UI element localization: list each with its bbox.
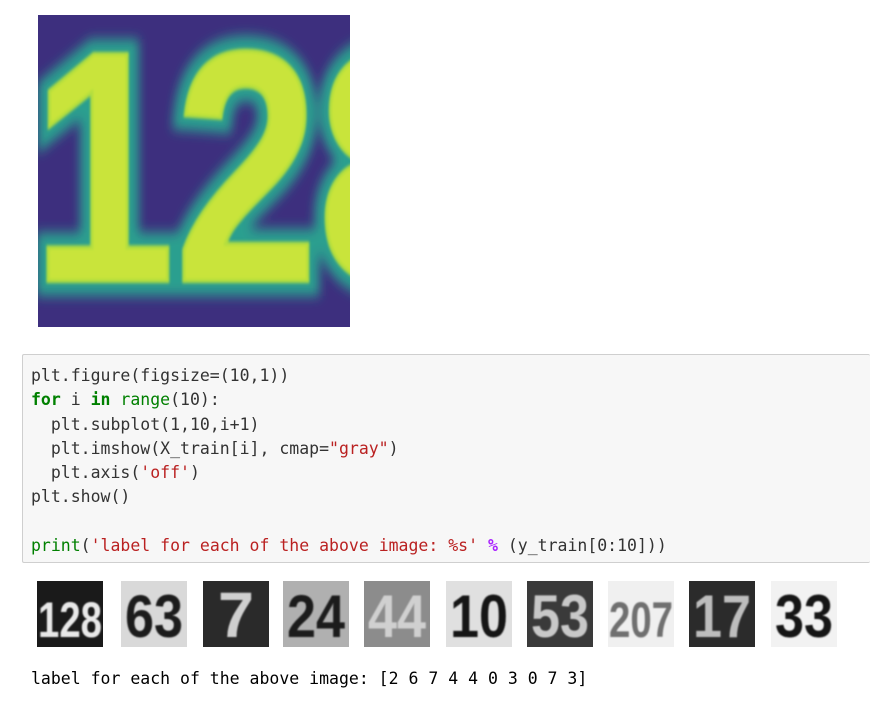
- thumbnail-digits: 10: [450, 583, 508, 647]
- thumbnail-digits: 7: [218, 581, 254, 647]
- string-gray: "gray": [329, 438, 389, 458]
- thumbnail-svg: 44: [364, 581, 430, 650]
- digit-thumbnail: 44: [364, 581, 430, 650]
- code-line-3: plt.subplot(1,10,i+1): [31, 414, 260, 434]
- code-line-5-pre: plt.axis(: [31, 463, 141, 483]
- viridis-image-svg: 128 128: [38, 15, 350, 327]
- code-line-4-pre: plt.imshow(X_train[i], cmap=: [31, 438, 330, 458]
- code-line-1: plt.figure(figsize=(10,1)): [31, 366, 290, 385]
- thumbnail-digits: 53: [531, 583, 589, 647]
- digit-glyphs: 128: [38, 15, 350, 327]
- keyword-in: in: [90, 390, 111, 410]
- digit-thumbnail: 24: [283, 581, 349, 650]
- digit-thumbnail: 63: [121, 581, 187, 650]
- thumbnail-svg: 53: [527, 581, 593, 650]
- thumbnail-digits: 128: [38, 592, 102, 647]
- builtin-print: print: [31, 536, 81, 556]
- thumbnail-svg: 128: [37, 581, 103, 648]
- thumbnail-strip: 128 63 7 24 44 10 53 207 17 33: [37, 579, 837, 651]
- digit-thumbnail: 207: [608, 581, 674, 648]
- string-label-format: 'label for each of the above image: %s': [90, 536, 479, 556]
- digit-thumbnail: 53: [527, 581, 593, 650]
- thumbnail-svg: 207: [608, 581, 674, 648]
- digit-thumbnail: 7: [203, 579, 269, 651]
- thumbnail-svg: 17: [689, 581, 755, 650]
- print-output-text: label for each of the above image: [2 6 …: [31, 669, 588, 688]
- print-args: (y_train[0:10])): [507, 536, 667, 556]
- print-open-paren: (: [80, 536, 91, 556]
- thumbnail-svg: 24: [283, 581, 349, 650]
- code-line-6: plt.show(): [31, 487, 131, 507]
- loop-variable: i: [60, 390, 91, 410]
- percent-operator: %: [478, 536, 508, 556]
- digit-thumbnail: 33: [771, 581, 837, 650]
- code-editor[interactable]: plt.figure(figsize=(10,1)) for i in rang…: [31, 364, 667, 558]
- range-args: (10):: [170, 390, 220, 410]
- string-off: 'off': [140, 463, 190, 483]
- thumbnail-svg: 7: [203, 579, 269, 651]
- code-cell[interactable]: plt.figure(figsize=(10,1)) for i in rang…: [22, 354, 870, 563]
- digit-thumbnail: 10: [446, 581, 512, 650]
- code-line-4-post: ): [388, 438, 399, 458]
- builtin-range: range: [110, 390, 171, 410]
- thumbnail-svg: 10: [446, 581, 512, 650]
- digit-thumbnail: 17: [689, 581, 755, 650]
- digit-thumbnail: 128: [37, 581, 103, 648]
- thumbnail-digits: 33: [775, 583, 833, 647]
- thumbnail-digits: 44: [368, 583, 427, 647]
- thumbnail-digits: 207: [609, 592, 673, 647]
- thumbnail-svg: 63: [121, 581, 187, 650]
- digit-output-image: 128 128: [38, 15, 350, 327]
- code-line-5-post: ): [189, 463, 200, 483]
- thumbnail-svg: 33: [771, 581, 837, 650]
- keyword-for: for: [31, 390, 61, 410]
- thumbnail-digits: 24: [287, 583, 346, 647]
- thumbnail-digits: 63: [125, 583, 183, 647]
- thumbnail-digits: 17: [693, 583, 751, 647]
